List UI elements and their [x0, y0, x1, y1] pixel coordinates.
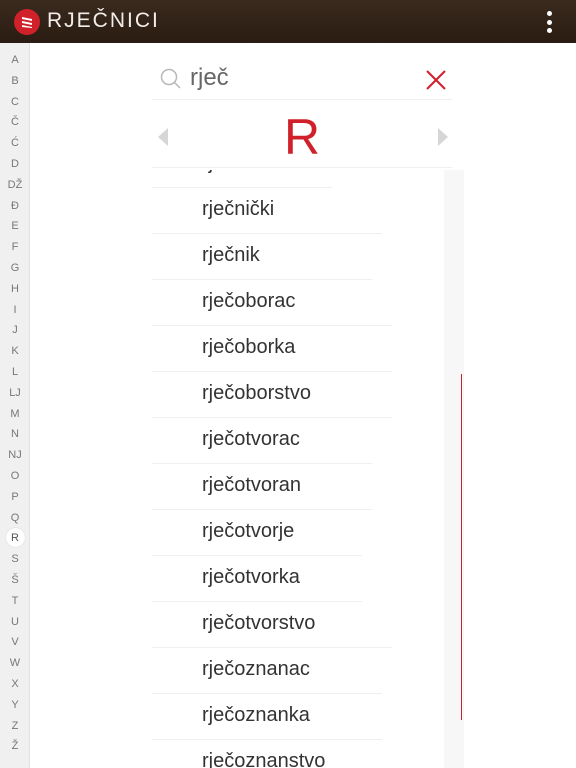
alphabet-letter[interactable]: K	[0, 342, 30, 360]
list-item[interactable]: rječnik	[152, 234, 372, 280]
app-logo-icon	[14, 9, 40, 35]
alphabet-letter[interactable]: P	[0, 488, 30, 506]
alphabet-letter[interactable]: A	[0, 51, 30, 69]
alphabet-letter[interactable]: H	[0, 280, 30, 298]
list-item[interactable]: rječotvorac	[152, 418, 372, 464]
clear-search-icon[interactable]	[424, 68, 448, 92]
alphabet-letter[interactable]: X	[0, 675, 30, 693]
alphabet-letter[interactable]: C	[0, 93, 30, 111]
alphabet-letter[interactable]: DŽ	[0, 176, 30, 194]
entry-word: rječotvoran	[202, 474, 301, 496]
overflow-menu-icon[interactable]	[544, 11, 554, 33]
alphabet-letter[interactable]: D	[0, 155, 30, 173]
entry-word: rječoborac	[202, 290, 296, 312]
entry-list[interactable]: rječkati se rječnički rječnik rječoborac rje…	[152, 170, 464, 768]
entry-word: rječnik	[202, 244, 260, 266]
search-input[interactable]	[190, 60, 410, 96]
list-item[interactable]: rječotvorka	[152, 556, 362, 602]
list-item[interactable]: rječotvorstvo	[152, 602, 392, 648]
alphabet-letter[interactable]: NJ	[0, 446, 30, 464]
letter-navigator: R	[152, 102, 452, 168]
alphabet-letter[interactable]: J	[0, 321, 30, 339]
list-item[interactable]: rječoborka	[152, 326, 392, 372]
alphabet-letter[interactable]: S	[0, 550, 30, 568]
entry-word: rječotvorka	[202, 566, 300, 588]
alphabet-index: A B C Č Ć D DŽ Đ E F G H I J K L LJ M N NJ O P Q R S Š T U V W X Y Z Ž	[0, 43, 30, 768]
list-item[interactable]: rječoznanac	[152, 648, 382, 694]
alphabet-letter[interactable]: N	[0, 425, 30, 443]
alphabet-letter[interactable]: O	[0, 467, 30, 485]
list-item[interactable]: rječoborstvo	[152, 372, 392, 418]
app-title: RJEČNICI	[47, 9, 160, 32]
next-letter-icon[interactable]	[438, 128, 448, 146]
alphabet-letter[interactable]: E	[0, 217, 30, 235]
alphabet-letter[interactable]: W	[0, 654, 30, 672]
list-item[interactable]: rječkati se	[152, 170, 332, 188]
alphabet-letter[interactable]: F	[0, 238, 30, 256]
alphabet-letter[interactable]: V	[0, 633, 30, 651]
alphabet-letter[interactable]: Č	[0, 113, 30, 131]
alphabet-letter[interactable]: Y	[0, 696, 30, 714]
alphabet-letter[interactable]: M	[0, 405, 30, 423]
search-bar	[152, 52, 452, 100]
entry-word: rječoborstvo	[202, 382, 311, 404]
entry-word: rječoborka	[202, 336, 296, 358]
alphabet-letter[interactable]: Š	[0, 571, 30, 589]
current-letter: R	[283, 109, 321, 165]
alphabet-letter[interactable]: R	[0, 528, 30, 548]
top-bar: RJEČNICI	[0, 0, 576, 43]
entry-word: rječoznanka	[202, 704, 310, 726]
entry-word: rječoznanstvo	[202, 750, 326, 768]
alphabet-letter[interactable]: Ž	[0, 737, 30, 755]
alphabet-letter[interactable]: B	[0, 72, 30, 90]
alphabet-letter[interactable]: Z	[0, 717, 30, 735]
entry-word: rječotvorac	[202, 428, 300, 450]
alphabet-letter[interactable]: Ć	[0, 134, 30, 152]
entry-word: rječkati se	[202, 170, 292, 175]
entry-word: rječotvorje	[202, 520, 295, 542]
alphabet-letter[interactable]: T	[0, 592, 30, 610]
alphabet-letter[interactable]: I	[0, 301, 30, 319]
list-item[interactable]: rječotvorje	[152, 510, 362, 556]
alphabet-letter[interactable]: Q	[0, 509, 30, 527]
entry-word: rječoznanac	[202, 658, 310, 680]
alphabet-letter[interactable]: L	[0, 363, 30, 381]
list-item[interactable]: rječotvoran	[152, 464, 372, 510]
alphabet-letter[interactable]: LJ	[0, 384, 30, 402]
dictionary-panel: R rječkati serječničkirječnikrječoboracr…	[152, 52, 464, 768]
list-item[interactable]: rječoborac	[152, 280, 392, 326]
entry-word: rječnički	[202, 198, 275, 220]
list-item[interactable]: rječnički	[152, 188, 382, 234]
alphabet-letter[interactable]: G	[0, 259, 30, 277]
list-item[interactable]: rječoznanstvo	[152, 740, 382, 768]
scroll-indicator[interactable]	[461, 374, 462, 720]
alphabet-letter[interactable]: U	[0, 613, 30, 631]
alphabet-letter[interactable]: Đ	[0, 197, 30, 215]
search-icon	[160, 68, 181, 89]
list-item[interactable]: rječoznanka	[152, 694, 382, 740]
entry-word: rječotvorstvo	[202, 612, 316, 634]
